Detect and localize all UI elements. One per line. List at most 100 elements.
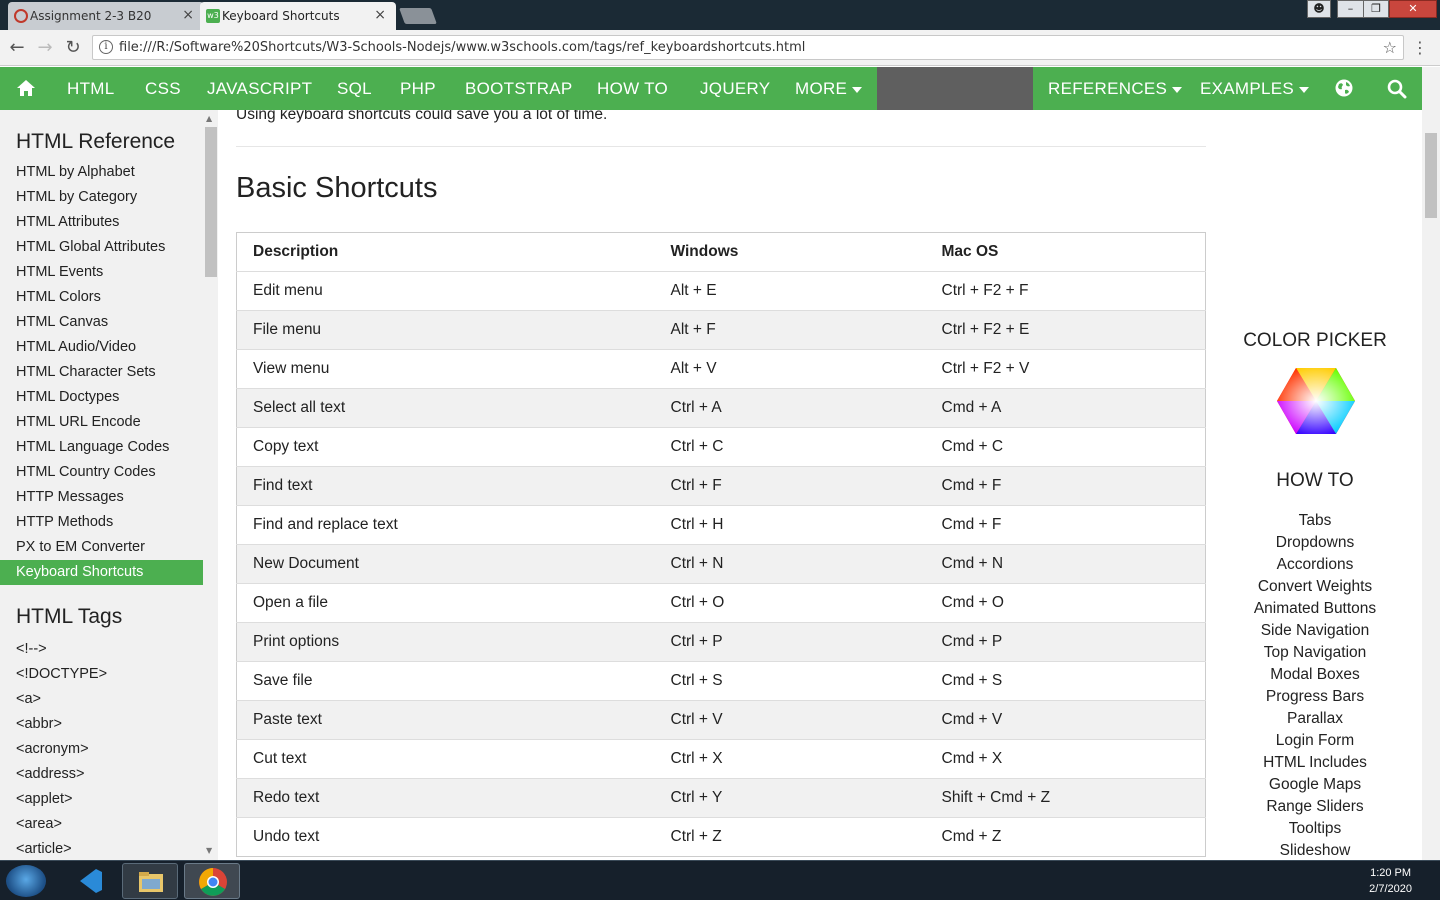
sidebar-link[interactable]: HTML Audio/Video [0,335,218,360]
system-clock[interactable]: 1:20 PM 2/7/2020 [1369,865,1412,897]
how-to-link[interactable]: Parallax [1220,710,1410,728]
tab-close-icon[interactable]: × [374,7,386,23]
nav-examples-dropdown[interactable]: EXAMPLES [1200,67,1310,110]
loading-favicon-icon [14,9,28,23]
sidebar-link[interactable]: HTML Colors [0,285,218,310]
sidebar-tag-link[interactable]: <!--> [0,637,218,662]
sidebar-tag-link[interactable]: <address> [0,762,218,787]
how-to-link[interactable]: Login Form [1220,732,1410,750]
nav-sql[interactable]: SQL [337,67,372,110]
browser-tab-assignment[interactable]: Assignment 2-3 B20 × [8,2,204,30]
nav-css[interactable]: CSS [145,67,181,110]
how-to-link[interactable]: Accordions [1220,556,1410,574]
sidebar-link[interactable]: Keyboard Shortcuts [0,560,203,585]
how-to-link[interactable]: Google Maps [1220,776,1410,794]
how-to-link[interactable]: Top Navigation [1220,644,1410,662]
close-window-button[interactable]: ✕ [1389,0,1437,18]
cell-description: Edit menu [236,271,655,311]
how-to-link[interactable]: Animated Buttons [1220,600,1410,618]
vscode-taskbar-icon[interactable] [62,863,118,899]
chrome-taskbar-icon[interactable] [184,863,240,899]
top-navigation: HTML CSS JAVASCRIPT SQL PHP BOOTSTRAP HO… [0,67,1422,110]
column-header-windows: Windows [670,243,739,260]
color-picker-title: COLOR PICKER [1243,330,1387,351]
how-to-link[interactable]: Progress Bars [1220,688,1410,706]
how-to-link[interactable]: Convert Weights [1220,578,1410,596]
back-arrow-icon[interactable]: ← [6,37,28,58]
sidebar-link[interactable]: HTML Character Sets [0,360,218,385]
chrome-menu-icon[interactable]: ⋮ [1412,38,1428,57]
sidebar-scrollbar-thumb[interactable] [205,127,217,277]
cell-mac-os: Cmd + O [925,583,1206,623]
info-icon[interactable]: i [99,40,113,54]
globe-icon[interactable] [1335,79,1353,97]
table-header-row: Description Windows Mac OS [237,233,1206,272]
nav-php[interactable]: PHP [400,67,436,110]
sidebar-link[interactable]: HTML Global Attributes [0,235,218,260]
new-tab-button[interactable] [399,8,437,24]
sidebar-tag-link[interactable]: <!DOCTYPE> [0,662,218,687]
sidebar-link[interactable]: HTML Events [0,260,218,285]
windows-start-icon[interactable] [6,865,46,897]
color-picker-wheel-icon[interactable] [1277,366,1355,436]
nav-javascript[interactable]: JAVASCRIPT [207,67,312,110]
cell-mac-os: Cmd + P [925,622,1206,662]
sidebar-link[interactable]: HTML by Alphabet [0,160,218,185]
sidebar-link[interactable]: HTML Country Codes [0,460,218,485]
nav-references-dropdown[interactable]: REFERENCES [1048,67,1183,110]
sidebar-tag-link[interactable]: <a> [0,687,218,712]
sidebar-link[interactable]: HTML Doctypes [0,385,218,410]
sidebar-link[interactable]: HTML by Category [0,185,218,210]
sidebar-link[interactable]: HTML URL Encode [0,410,218,435]
how-to-link[interactable]: Dropdowns [1220,534,1410,552]
file-explorer-taskbar-icon[interactable] [122,863,178,899]
search-icon[interactable] [1387,79,1407,99]
sidebar-tag-link[interactable]: <acronym> [0,737,218,762]
sidebar-link[interactable]: HTML Attributes [0,210,218,235]
scroll-down-arrow-icon[interactable]: ▼ [206,846,212,855]
sidebar-tag-link[interactable]: <applet> [0,787,218,812]
table-row: Redo text Ctrl + Y Shift + Cmd + Z [236,778,1206,818]
sidebar-link[interactable]: PX to EM Converter [0,535,218,560]
scroll-up-arrow-icon[interactable]: ▲ [206,114,212,123]
cell-windows: Ctrl + H [654,505,926,545]
nav-how-to[interactable]: HOW TO [597,67,668,110]
how-to-link[interactable]: Tooltips [1220,820,1410,838]
sidebar-link[interactable]: HTML Language Codes [0,435,218,460]
address-bar[interactable]: i file:///R:/Software%20Shortcuts/W3-Sch… [92,35,1404,60]
home-icon[interactable] [16,79,36,97]
bookmark-star-icon[interactable]: ☆ [1383,36,1397,59]
cell-description: File menu [236,310,655,350]
how-to-link[interactable]: Side Navigation [1220,622,1410,640]
clock-date: 2/7/2020 [1369,883,1412,895]
caret-down-icon [852,86,863,93]
table-row: New Document Ctrl + N Cmd + N [236,544,1206,584]
browser-tab-keyboard-shortcuts[interactable]: w3 Keyboard Shortcuts × [200,2,396,30]
section-heading: Basic Shortcuts [236,172,438,204]
how-to-link[interactable]: Tabs [1220,512,1410,530]
how-to-link[interactable]: Range Sliders [1220,798,1410,816]
page-scrollbar-thumb[interactable] [1425,133,1437,218]
cell-mac-os: Cmd + F [925,505,1206,545]
how-to-link[interactable]: Modal Boxes [1220,666,1410,684]
sidebar-tag-link[interactable]: <abbr> [0,712,218,737]
nav-more-dropdown[interactable]: MORE [795,67,863,110]
reload-icon[interactable]: ↻ [62,37,84,58]
forward-arrow-icon[interactable]: → [34,37,56,58]
how-to-link[interactable]: Slideshow [1220,842,1410,860]
nav-html[interactable]: HTML [67,67,114,110]
sidebar-link[interactable]: HTTP Messages [0,485,218,510]
cell-mac-os: Shift + Cmd + Z [925,778,1206,818]
restore-button[interactable]: ❐ [1363,0,1389,18]
user-icon[interactable]: ☻ [1307,0,1331,18]
how-to-link[interactable]: HTML Includes [1220,754,1410,772]
sidebar-tag-link[interactable]: <article> [0,837,218,860]
minimize-button[interactable]: – [1337,0,1364,18]
tab-close-icon[interactable]: × [182,7,194,23]
sidebar-link[interactable]: HTTP Methods [0,510,218,535]
sidebar-link[interactable]: HTML Canvas [0,310,218,335]
nav-jquery[interactable]: JQUERY [700,67,770,110]
table-row: Cut text Ctrl + X Cmd + X [236,739,1206,779]
nav-bootstrap[interactable]: BOOTSTRAP [465,67,573,110]
sidebar-tag-link[interactable]: <area> [0,812,218,837]
